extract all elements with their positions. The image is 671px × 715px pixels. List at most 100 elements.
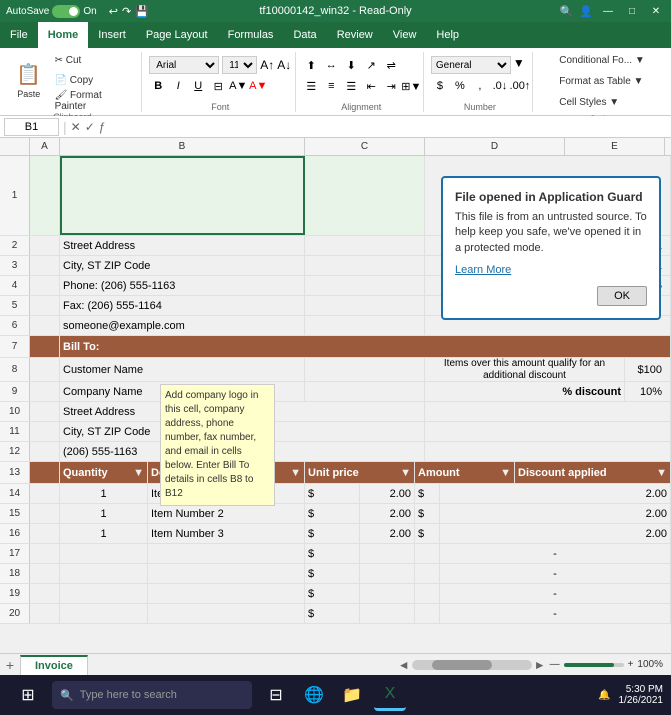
cell-c18[interactable] xyxy=(148,564,305,583)
align-top-button[interactable]: ⬆ xyxy=(302,56,320,74)
wrap-text-button[interactable]: ⇌ xyxy=(382,56,400,74)
cell-e9-pct-value[interactable]: 10% xyxy=(625,382,671,401)
tab-home[interactable]: Home xyxy=(38,22,89,48)
cell-e15-amt-val[interactable]: 2.00 xyxy=(440,504,671,523)
cut-button[interactable]: ✂ Cut xyxy=(51,52,135,70)
cell-b18[interactable] xyxy=(60,564,148,583)
cell-c16-desc[interactable]: Item Number 3 xyxy=(148,524,305,543)
cell-e20-val[interactable]: - xyxy=(440,604,671,623)
cell-b3[interactable]: City, ST ZIP Code xyxy=(60,256,305,275)
cell-e18-sym[interactable] xyxy=(415,564,440,583)
cell-c3[interactable] xyxy=(305,256,425,275)
increase-decimal-button[interactable]: .00↑ xyxy=(511,77,529,95)
cell-a8[interactable] xyxy=(30,358,60,381)
cell-c20[interactable] xyxy=(148,604,305,623)
cell-d18-sym[interactable]: $ xyxy=(305,564,360,583)
cell-c9[interactable] xyxy=(305,382,425,401)
redo-icon[interactable]: ↷ xyxy=(122,5,131,18)
align-middle-button[interactable]: ↔ xyxy=(322,56,340,74)
cell-a5[interactable] xyxy=(30,296,60,315)
cell-b16-qty[interactable]: 1 xyxy=(60,524,148,543)
format-as-table-button[interactable]: Format as Table ▼ xyxy=(555,73,649,91)
cell-b13-qty[interactable]: Quantity ▼ xyxy=(60,462,148,483)
cancel-formula-icon[interactable]: ✕ xyxy=(71,120,81,134)
cell-reference-box[interactable] xyxy=(4,118,59,136)
font-color-button[interactable]: A▼ xyxy=(249,77,267,95)
disc-filter-icon[interactable]: ▼ xyxy=(656,467,667,479)
border-button[interactable]: ⊟ xyxy=(209,77,227,95)
amt-filter-icon[interactable]: ▼ xyxy=(500,467,511,479)
cell-a14[interactable] xyxy=(30,484,60,503)
cell-a2[interactable] xyxy=(30,236,60,255)
cell-a6[interactable] xyxy=(30,316,60,335)
tab-help[interactable]: Help xyxy=(426,22,469,48)
autosave-toggle-pill[interactable] xyxy=(52,5,80,18)
guard-ok-button[interactable]: OK xyxy=(597,286,647,306)
cell-d15-unit-sym[interactable]: $ xyxy=(305,504,360,523)
cell-a17[interactable] xyxy=(30,544,60,563)
decrease-indent-button[interactable]: ⇤ xyxy=(362,77,380,95)
cell-a16[interactable] xyxy=(30,524,60,543)
task-view-icon[interactable]: ⊟ xyxy=(260,679,292,711)
explorer-icon[interactable]: 📁 xyxy=(336,679,368,711)
save-icon[interactable]: 💾 xyxy=(135,5,149,18)
undo-icon[interactable]: ↩ xyxy=(109,5,118,18)
tab-page-layout[interactable]: Page Layout xyxy=(136,22,218,48)
cell-c10[interactable] xyxy=(425,402,671,421)
cell-c12[interactable] xyxy=(425,442,671,461)
cell-e16-amt-val[interactable]: 2.00 xyxy=(440,524,671,543)
tab-file[interactable]: File xyxy=(0,22,38,48)
cell-e8-discount-amount[interactable]: $100 xyxy=(625,358,671,381)
tab-insert[interactable]: Insert xyxy=(88,22,136,48)
increase-font-icon[interactable]: A↑ xyxy=(260,58,274,72)
cell-e17-val[interactable]: - xyxy=(440,544,671,563)
cell-c4[interactable] xyxy=(305,276,425,295)
italic-button[interactable]: I xyxy=(169,77,187,95)
cell-c15-desc[interactable]: Item Number 2 xyxy=(148,504,305,523)
cell-a3[interactable] xyxy=(30,256,60,275)
cell-b4[interactable]: Phone: (206) 555-1163 xyxy=(60,276,305,295)
cell-d19-val[interactable] xyxy=(360,584,415,603)
fill-color-button[interactable]: A▼ xyxy=(229,77,247,95)
cell-b8[interactable]: Customer Name xyxy=(60,358,305,381)
confirm-formula-icon[interactable]: ✓ xyxy=(85,120,95,134)
desc-filter-icon[interactable]: ▼ xyxy=(290,467,301,479)
zoom-in-icon[interactable]: + xyxy=(628,659,634,670)
font-size-select[interactable]: 11 xyxy=(222,56,257,74)
cell-a9[interactable] xyxy=(30,382,60,401)
cell-a13[interactable] xyxy=(30,462,60,483)
cell-a1[interactable] xyxy=(30,156,60,235)
cell-d14-unit-val[interactable]: 2.00 xyxy=(360,484,415,503)
tab-review[interactable]: Review xyxy=(327,22,383,48)
cell-c19[interactable] xyxy=(148,584,305,603)
align-left-button[interactable]: ☰ xyxy=(302,77,320,95)
cell-e15-amt-sym[interactable]: $ xyxy=(415,504,440,523)
cell-b20[interactable] xyxy=(60,604,148,623)
align-right-button[interactable]: ☰ xyxy=(342,77,360,95)
cell-e19-val[interactable]: - xyxy=(440,584,671,603)
cell-d14-unit-sym[interactable]: $ xyxy=(305,484,360,503)
cell-b2[interactable]: Street Address xyxy=(60,236,305,255)
start-button[interactable]: ⊞ xyxy=(8,679,48,711)
cell-d9-pct-label[interactable]: % discount xyxy=(425,382,625,401)
cell-b1[interactable] xyxy=(60,156,305,235)
minimize-button[interactable]: — xyxy=(599,3,617,19)
decrease-decimal-button[interactable]: .0↓ xyxy=(491,77,509,95)
cell-a20[interactable] xyxy=(30,604,60,623)
orientation-button[interactable]: ↗ xyxy=(362,56,380,74)
cell-a10[interactable] xyxy=(30,402,60,421)
cell-b7[interactable]: Bill To: xyxy=(60,336,671,357)
scroll-left-icon[interactable]: ◄ xyxy=(398,658,410,672)
zoom-out-icon[interactable]: — xyxy=(550,659,560,670)
cell-b15-qty[interactable]: 1 xyxy=(60,504,148,523)
cell-e16-amt-sym[interactable]: $ xyxy=(415,524,440,543)
cell-a18[interactable] xyxy=(30,564,60,583)
decrease-font-icon[interactable]: A↓ xyxy=(277,58,291,72)
number-format-dropdown-icon[interactable]: ▼ xyxy=(513,56,525,74)
align-bottom-button[interactable]: ⬇ xyxy=(342,56,360,74)
cell-c2[interactable] xyxy=(305,236,425,255)
cell-c11[interactable] xyxy=(425,422,671,441)
cell-d20-val[interactable] xyxy=(360,604,415,623)
cell-c1[interactable] xyxy=(305,156,425,235)
merge-center-button[interactable]: ⊞▼ xyxy=(402,77,420,95)
